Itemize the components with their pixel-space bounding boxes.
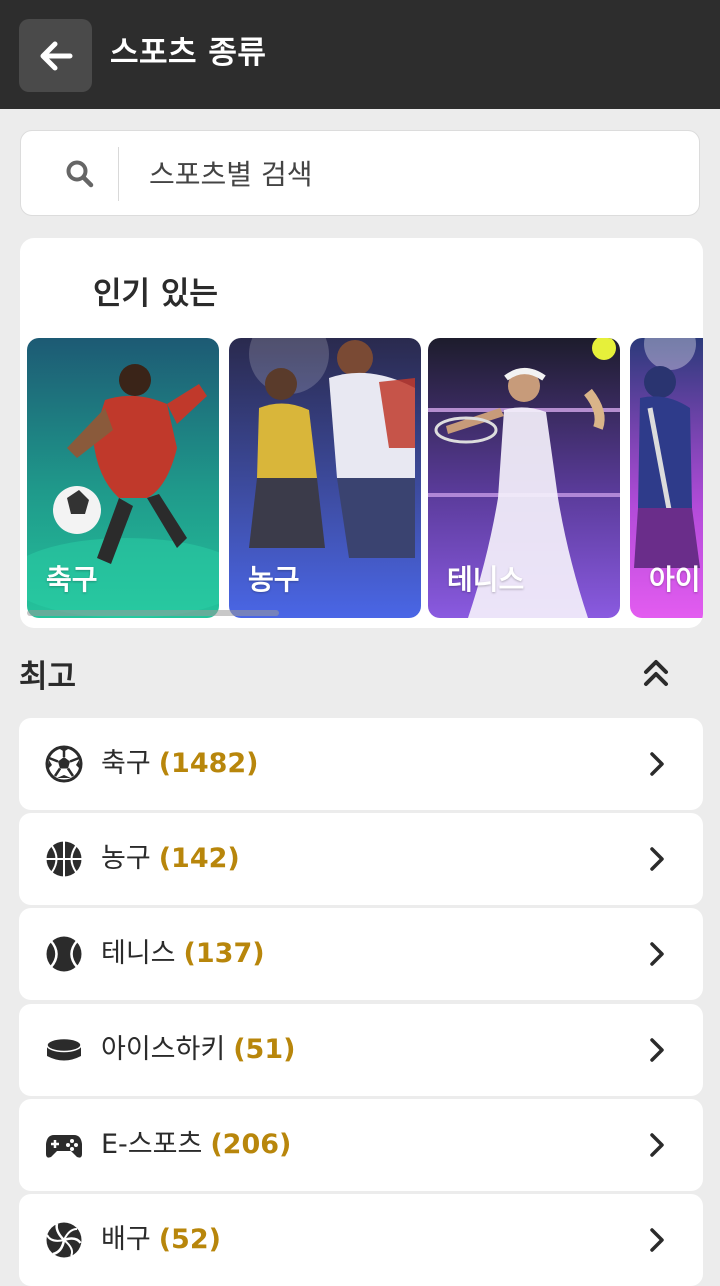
popular-card-label: 농구: [248, 563, 300, 596]
popular-card-label: 테니스: [447, 563, 525, 596]
sport-name: 농구: [101, 843, 151, 874]
sport-row-volleyball[interactable]: 배구 (52): [19, 1194, 703, 1286]
arrow-left-icon: [40, 41, 72, 70]
chevron-right-icon: [650, 1228, 664, 1252]
double-chevron-up-icon: [644, 660, 668, 686]
sport-row-tennis[interactable]: 테니스 (137): [19, 908, 703, 1000]
page-title: 스포츠 종류: [110, 35, 267, 71]
event-count: (51): [233, 1034, 296, 1065]
search-icon: [66, 160, 94, 188]
back-button[interactable]: [19, 19, 92, 92]
event-count: (206): [210, 1129, 292, 1160]
sport-row-ice-hockey[interactable]: 아이스하키 (51): [19, 1004, 703, 1096]
search-divider: [118, 147, 119, 201]
event-count: (1482): [158, 748, 259, 779]
sport-row-esports[interactable]: E-스포츠 (206): [19, 1099, 703, 1191]
section-title-top: 최고: [19, 659, 77, 695]
search-bar[interactable]: [20, 130, 700, 216]
gamepad-icon: [46, 1135, 82, 1158]
popular-card-tennis[interactable]: 테니스: [428, 338, 620, 618]
search-input[interactable]: [147, 145, 691, 203]
app-header: 스포츠 종류: [0, 0, 720, 109]
sport-name: E-스포츠: [101, 1129, 203, 1160]
hockey-puck-icon: [46, 1037, 82, 1061]
popular-card-label: 아이: [649, 563, 701, 596]
soccer-ball-icon: [45, 745, 83, 783]
popular-card-hockey[interactable]: 아이: [630, 338, 703, 618]
volleyball-icon: [46, 1222, 82, 1258]
popular-section: 인기 있는 축구 농구 테니스 아이: [20, 238, 703, 628]
carousel-scroll-indicator: [27, 610, 279, 616]
basketball-icon: [46, 841, 82, 877]
collapse-button[interactable]: [639, 656, 673, 690]
sport-name: 축구: [101, 748, 151, 779]
sport-row-soccer[interactable]: 축구 (1482): [19, 718, 703, 810]
sport-name: 아이스하키: [101, 1034, 226, 1065]
popular-card-basketball[interactable]: 농구: [229, 338, 421, 618]
event-count: (142): [158, 843, 240, 874]
chevron-right-icon: [650, 752, 664, 776]
chevron-right-icon: [650, 942, 664, 966]
popular-title: 인기 있는: [93, 276, 218, 312]
event-count: (137): [183, 938, 265, 969]
popular-card-soccer[interactable]: 축구: [27, 338, 219, 618]
sport-name: 배구: [101, 1224, 151, 1255]
popular-card-label: 축구: [46, 563, 98, 596]
sport-name: 테니스: [101, 938, 176, 969]
sport-row-basketball[interactable]: 농구 (142): [19, 813, 703, 905]
tennis-ball-icon: [46, 936, 82, 972]
chevron-right-icon: [650, 847, 664, 871]
chevron-right-icon: [650, 1133, 664, 1157]
chevron-right-icon: [650, 1038, 664, 1062]
event-count: (52): [158, 1224, 221, 1255]
